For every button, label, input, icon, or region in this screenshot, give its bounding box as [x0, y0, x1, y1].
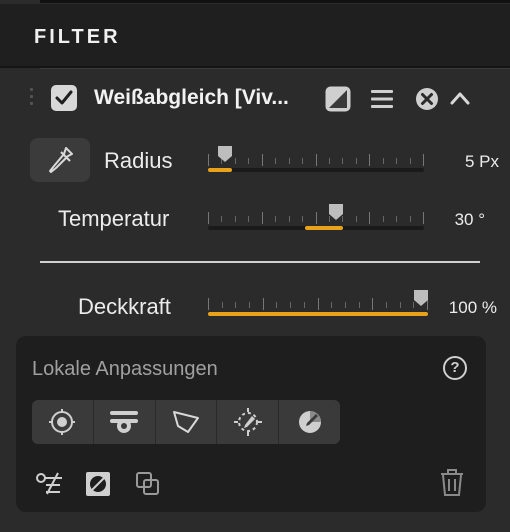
auto-mask-icon — [233, 408, 262, 436]
slider-track — [208, 168, 424, 172]
mask-icon[interactable] — [324, 85, 352, 113]
local-adjustments-panel: Lokale Anpassungen ? — [16, 336, 486, 512]
reset-mask-icon[interactable] — [34, 470, 64, 503]
invert-mask-icon[interactable] — [84, 470, 112, 503]
checkmark-icon — [55, 90, 73, 105]
close-circle-icon[interactable] — [415, 87, 439, 111]
drag-handle-icon[interactable] — [30, 88, 34, 110]
polygon-tool[interactable] — [156, 400, 218, 444]
eyedropper-button[interactable] — [30, 138, 90, 182]
slider-ticks — [208, 154, 424, 166]
slider-ticks — [208, 298, 428, 310]
top-border — [40, 0, 510, 3]
deckkraft-label: Deckkraft — [78, 294, 171, 319]
temperatur-slider[interactable] — [208, 204, 424, 234]
radius-slider[interactable] — [208, 146, 424, 176]
auto-mask-tool[interactable] — [217, 400, 280, 444]
slider-ticks — [208, 212, 424, 224]
menu-icon[interactable] — [370, 88, 394, 110]
filter-name[interactable]: Weißabgleich [Viv... — [94, 86, 289, 110]
help-icon[interactable]: ? — [443, 356, 467, 380]
temperatur-value: 30 ° — [454, 210, 485, 229]
gradient-icon — [110, 411, 139, 433]
temperatur-label: Temperatur — [58, 206, 170, 231]
local-adjustments-title: Lokale Anpassungen — [32, 358, 218, 380]
color-picker-mask-tool[interactable] — [279, 400, 340, 444]
slider-fill — [305, 226, 343, 230]
control-point-icon — [49, 409, 76, 435]
slider-fill — [208, 312, 428, 316]
panel-title: FILTER — [34, 26, 121, 48]
slider-fill — [208, 168, 232, 172]
panel-header: FILTER — [0, 4, 510, 66]
polygon-icon — [172, 411, 199, 433]
trash-icon[interactable] — [438, 468, 466, 503]
color-picker-mask-icon — [298, 411, 321, 433]
slider-thumb[interactable] — [414, 290, 428, 306]
deckkraft-slider[interactable] — [208, 290, 428, 320]
row-separator — [40, 68, 510, 69]
gradient-tool[interactable] — [94, 400, 156, 444]
control-point-tool[interactable] — [32, 400, 94, 444]
eyedropper-icon — [49, 147, 73, 173]
duplicate-icon[interactable] — [134, 470, 162, 503]
local-adjustments-toolbar — [32, 400, 340, 444]
chevron-up-icon[interactable] — [449, 90, 471, 106]
deckkraft-value: 100 % — [448, 298, 497, 317]
radius-value: 5 Px — [464, 152, 499, 171]
slider-thumb[interactable] — [218, 146, 232, 162]
radius-label: Radius — [104, 148, 173, 173]
filter-enable-checkbox[interactable] — [51, 85, 77, 111]
section-divider — [40, 261, 480, 263]
slider-thumb[interactable] — [329, 204, 343, 220]
